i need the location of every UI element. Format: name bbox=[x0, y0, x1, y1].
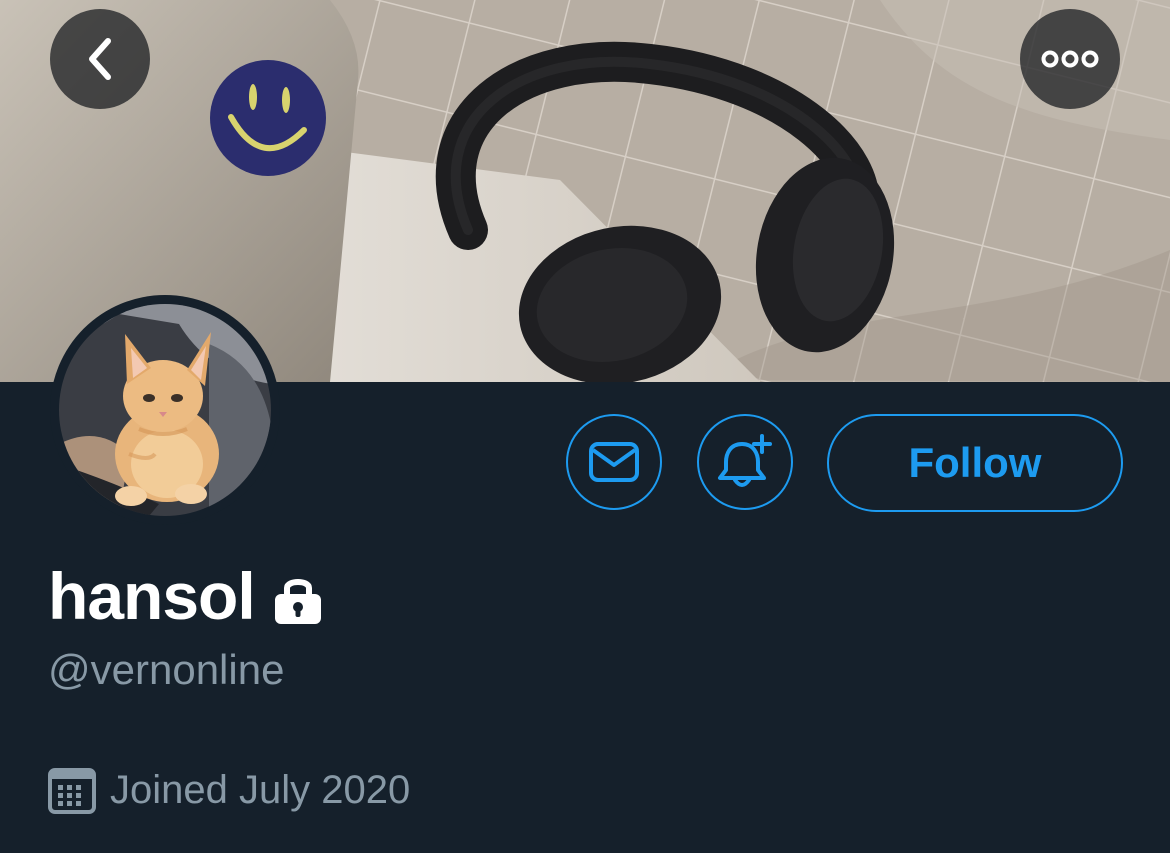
chevron-left-icon bbox=[89, 38, 111, 80]
profile-screen: Follow hansol @vernonline Joined July 20… bbox=[0, 0, 1170, 853]
mail-icon bbox=[589, 442, 639, 482]
follow-button[interactable]: Follow bbox=[827, 414, 1123, 512]
cat-photo bbox=[59, 304, 271, 516]
calendar-icon bbox=[48, 766, 96, 814]
follow-button-label: Follow bbox=[908, 439, 1042, 486]
back-button[interactable] bbox=[50, 9, 150, 109]
lock-icon bbox=[273, 574, 323, 626]
message-button[interactable] bbox=[566, 414, 662, 510]
joined-date: Joined July 2020 bbox=[110, 767, 411, 812]
username-handle: @vernonline bbox=[48, 646, 285, 693]
avatar-photo bbox=[59, 304, 271, 516]
more-options-button[interactable] bbox=[1020, 9, 1120, 109]
joined-date-row: Joined July 2020 bbox=[48, 766, 410, 814]
bell-plus-icon bbox=[718, 434, 772, 487]
notifications-button[interactable] bbox=[697, 414, 793, 510]
avatar[interactable] bbox=[50, 295, 280, 525]
display-name-row: hansol bbox=[48, 558, 323, 634]
more-horizontal-icon bbox=[1041, 50, 1099, 68]
display-name: hansol bbox=[48, 559, 256, 633]
